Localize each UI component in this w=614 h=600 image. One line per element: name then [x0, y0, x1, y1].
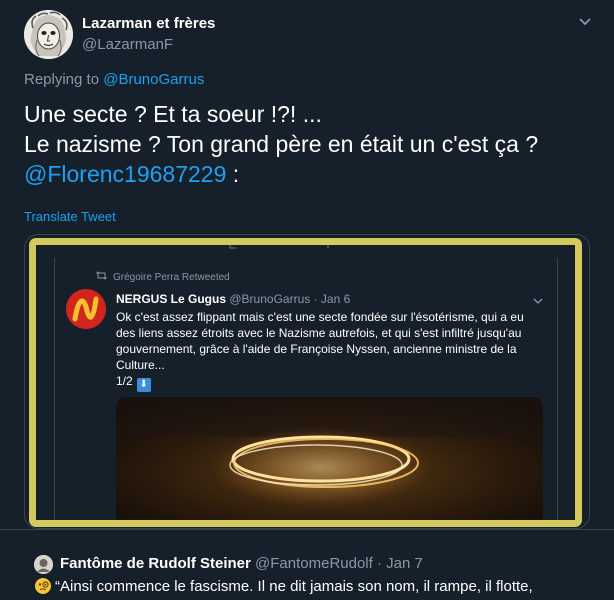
highlight-frame [29, 238, 582, 527]
quote-text-line: “Ainsi commence le fascisme. Il ne dit j… [35, 578, 533, 595]
replying-to: Replying to @BrunoGarrus [24, 71, 204, 88]
quote-date: Jan 7 [386, 555, 423, 572]
quote-author-line[interactable]: Fantôme de Rudolf Steiner @FantomeRudolf… [60, 555, 423, 572]
author-handle[interactable]: @LazarmanF [82, 36, 173, 53]
divider [0, 529, 614, 530]
replying-to-link[interactable]: @BrunoGarrus [103, 71, 204, 88]
quote-author-name[interactable]: Fantôme de Rudolf Steiner [60, 555, 251, 572]
quote-author-avatar[interactable] [34, 555, 53, 574]
author-avatar[interactable] [24, 10, 73, 59]
tweet-body: Une secte ? Et ta soeur !?! ... Le nazis… [24, 99, 594, 189]
replying-prefix: Replying to [24, 71, 100, 88]
quote-dot: · [372, 555, 387, 572]
mention-link[interactable]: @Florenc19687229 [24, 161, 226, 187]
monocle-emoji-icon [35, 578, 51, 594]
tweet-body-line3: @Florenc19687229 : [24, 159, 594, 189]
quote-text: “Ainsi commence le fascisme. Il ne dit j… [55, 578, 533, 595]
author-name[interactable]: Lazarman et frères [82, 15, 215, 32]
tweet-body-line1: Une secte ? Et ta soeur !?! ... [24, 101, 322, 127]
tweet-body-line2: Le nazisme ? Ton grand père en était un … [24, 131, 539, 157]
quote-author-handle: @FantomeRudolf [255, 555, 373, 572]
chevron-down-icon[interactable] [578, 14, 592, 32]
translate-tweet-link[interactable]: Translate Tweet [24, 209, 116, 224]
tweet-body-suffix: : [226, 161, 240, 187]
